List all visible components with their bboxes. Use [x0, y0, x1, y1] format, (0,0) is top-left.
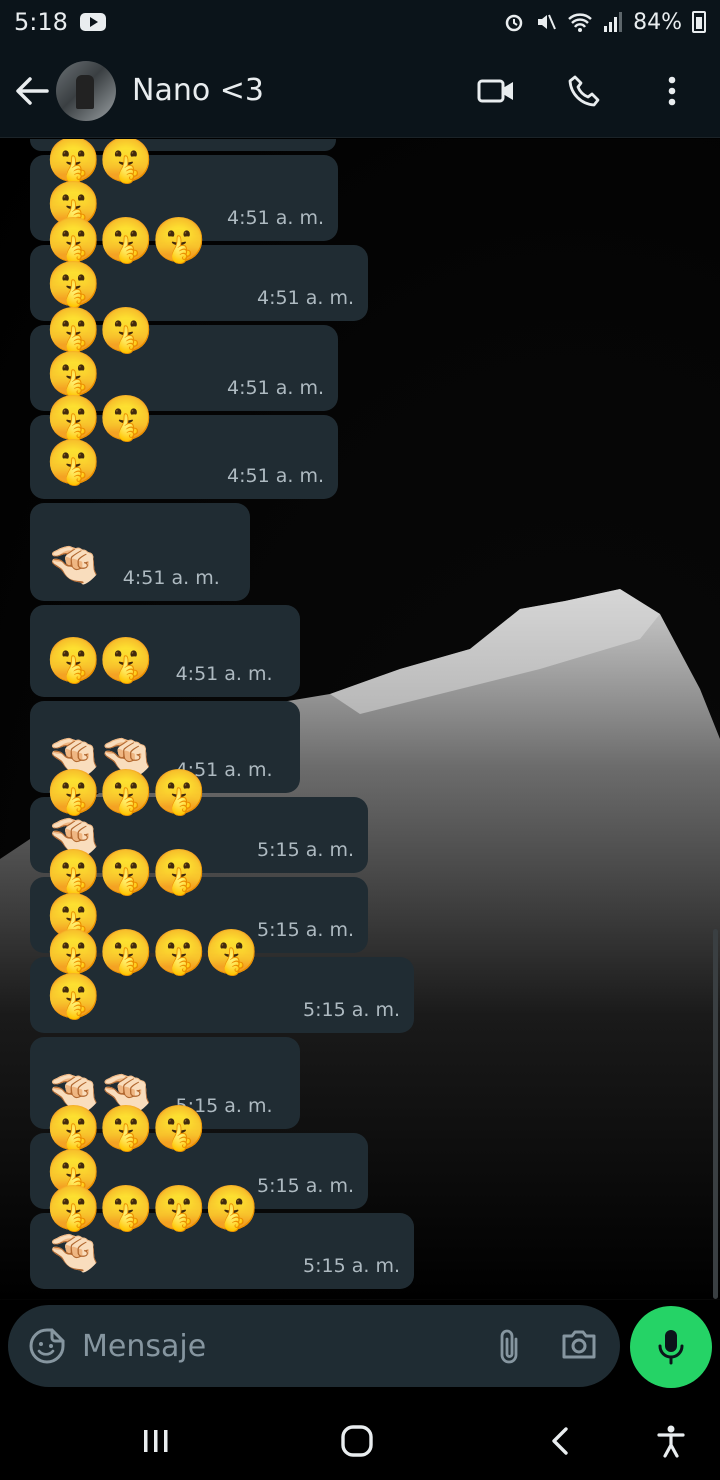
video-call-button[interactable]: [476, 71, 516, 111]
message-bubble[interactable]: 🤫🤫🤫🤫🤫 5:15 a. m.: [30, 931, 414, 1033]
mute-icon: [538, 14, 557, 30]
message-input[interactable]: Mensaje: [8, 1305, 620, 1387]
sticker-icon[interactable]: [28, 1327, 66, 1365]
message-text: 🤫🤫🤫: [46, 393, 154, 488]
message-bubble[interactable]: 🤫🤫🤫 4:51 a. m.: [30, 397, 338, 499]
message-text: 🤫🤫: [46, 635, 154, 686]
message-bubble[interactable]: 🤫🤫 4:51 a. m.: [30, 605, 300, 697]
contact-name[interactable]: Nano <3: [132, 73, 264, 108]
message-text: 🤫🤫🤫🤫🤏🏻: [46, 1183, 259, 1278]
status-time: 5:18: [14, 8, 68, 36]
back-button[interactable]: [10, 69, 54, 113]
accessibility-button[interactable]: [648, 1418, 694, 1464]
message-time: 4:51 a. m.: [227, 377, 324, 399]
accessibility-icon: [657, 1425, 685, 1458]
message-text: 🤫🤫🤫🤫🤫: [46, 927, 259, 1022]
message-time: 5:15 a. m.: [303, 1255, 400, 1277]
battery-percent: 84%: [633, 9, 682, 35]
back-nav-button[interactable]: [537, 1418, 583, 1464]
voice-call-button[interactable]: [564, 71, 604, 111]
system-nav-bar: [0, 1400, 720, 1480]
chat-header: Nano <3: [0, 44, 720, 138]
paperclip-icon[interactable]: [496, 1327, 522, 1365]
message-time: 5:15 a. m.: [303, 999, 400, 1021]
recent-apps-icon: [144, 1430, 168, 1452]
home-button[interactable]: [334, 1418, 380, 1464]
battery-icon: [692, 11, 706, 33]
message-bubble[interactable]: 🤫🤫🤫🤫🤏🏻 5:15 a. m.: [30, 1187, 414, 1289]
video-camera-icon: [477, 79, 513, 102]
scrollbar[interactable]: [713, 929, 718, 1299]
composer: Mensaje: [0, 1300, 720, 1400]
message-bubble[interactable]: 🤏🏻 4:51 a. m.: [30, 503, 250, 601]
message-text: 🤏🏻: [46, 539, 101, 590]
youtube-notification-icon: [79, 13, 106, 31]
phone-icon: [568, 75, 600, 106]
message-time: 4:51 a. m.: [257, 287, 354, 309]
status-icons: 84%: [503, 10, 706, 35]
message-time: 4:51 a. m.: [122, 567, 220, 589]
chevron-left-icon: [552, 1427, 568, 1455]
wifi-icon: [568, 13, 592, 32]
message-time: 4:51 a. m.: [175, 663, 273, 685]
more-options-button[interactable]: [652, 71, 692, 111]
message-placeholder: Mensaje: [82, 1328, 207, 1364]
microphone-icon: [658, 1330, 684, 1365]
voice-record-button[interactable]: [630, 1306, 712, 1388]
avatar[interactable]: [56, 60, 116, 121]
message-time: 4:51 a. m.: [227, 465, 324, 487]
recent-apps-button[interactable]: [133, 1418, 179, 1464]
home-icon: [341, 1425, 373, 1457]
message-time: 4:51 a. m.: [227, 207, 324, 229]
alarm-icon: [505, 14, 523, 32]
signal-icon: [604, 12, 623, 32]
more-vertical-icon: [668, 76, 676, 105]
camera-icon[interactable]: [560, 1327, 598, 1361]
message-time: 5:15 a. m.: [257, 839, 354, 861]
chat-messages[interactable]: 🤫🤫🤫 4:51 a. m. 🤫🤫🤫🤫 4:51 a. m. 🤫🤫🤫 4:51 …: [0, 139, 720, 1300]
status-bar: 5:18 84%: [0, 0, 720, 44]
arrow-left-icon: [16, 76, 49, 105]
